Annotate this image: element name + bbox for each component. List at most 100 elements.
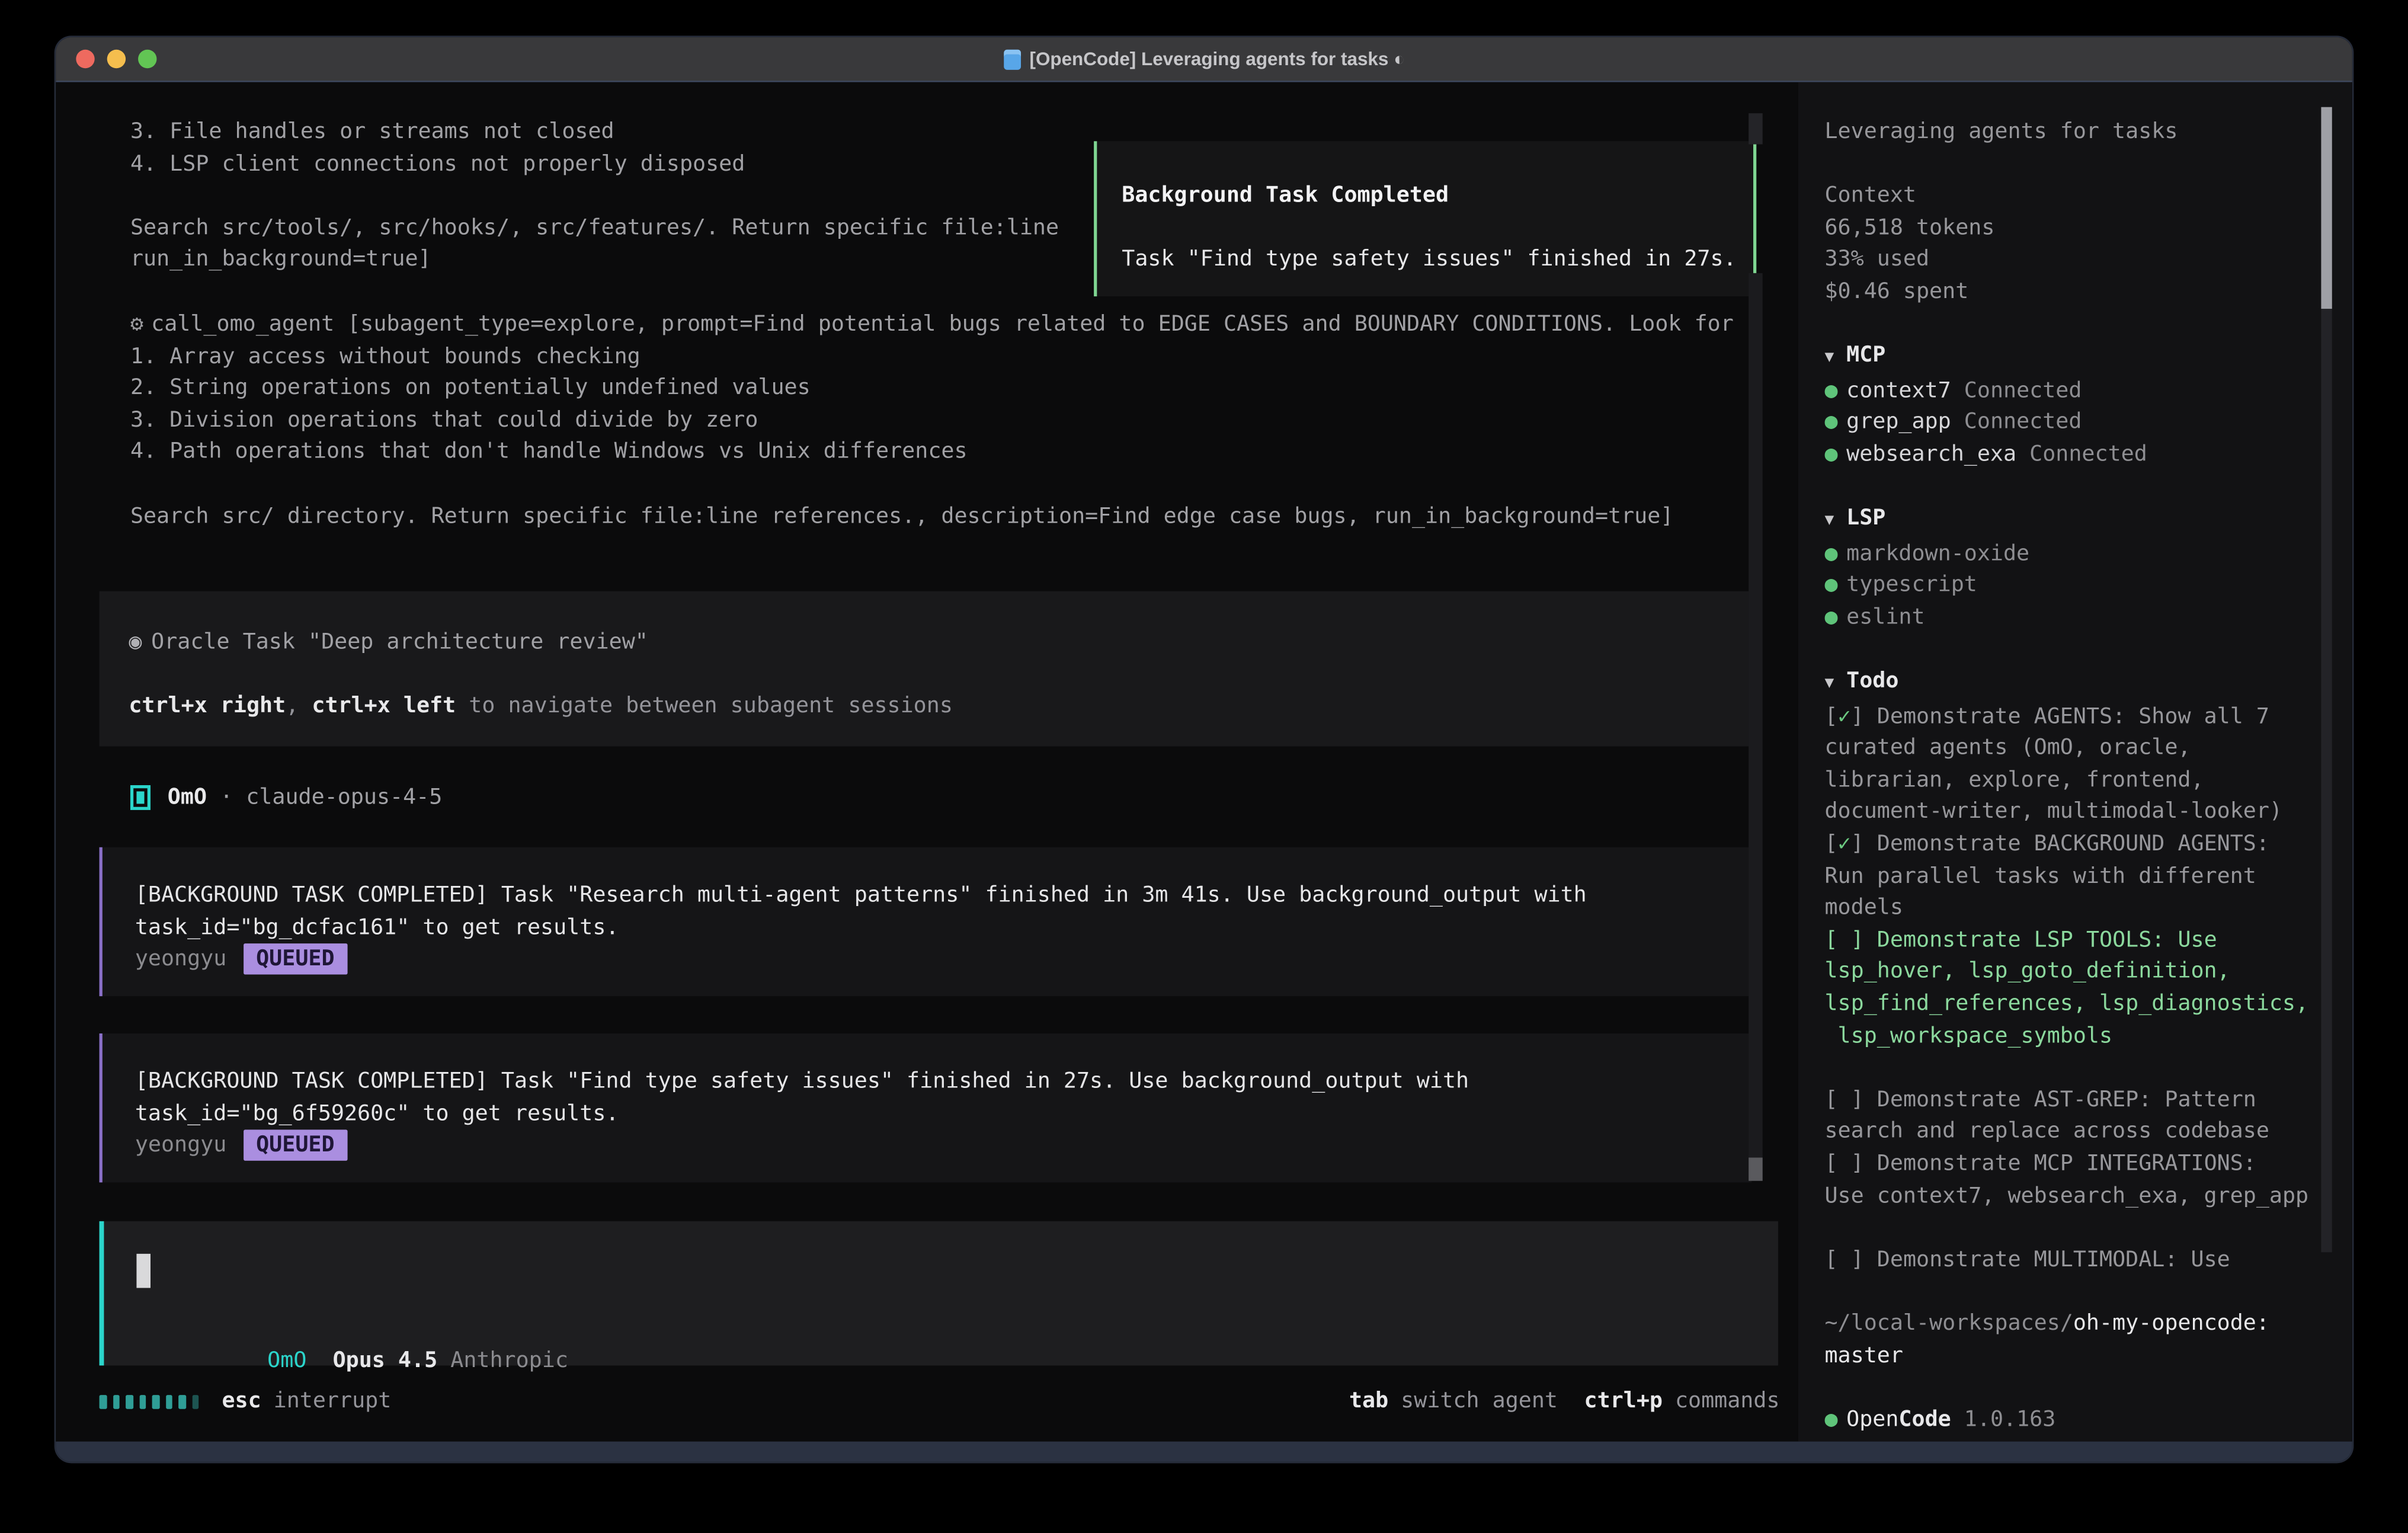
todo-section-header[interactable]: ▼Todo (1824, 666, 2352, 701)
todo-item-continuation: lsp_find_references, lsp_diagnostics, (1824, 988, 2352, 1020)
background-task-notification: Background Task Completed Task "Find typ… (1094, 141, 1756, 296)
todo-item: [✓] Demonstrate AGENTS: Show all 7 (1824, 701, 2352, 733)
mcp-server-item: ●context7 Connected (1824, 375, 2352, 407)
scrollback-text: 3. File handles or streams not closed 4.… (130, 116, 1059, 276)
todo-item-continuation: curated agents (OmO, oracle, (1824, 733, 2352, 765)
oracle-task-title-line: ◉Oracle Task "Deep architecture review" (129, 627, 1751, 659)
tool-call-line: 4. Path operations that don't handle Win… (130, 437, 1734, 469)
agent-model: · claude-opus-4-5 (207, 782, 442, 814)
mcp-server-item: ●grep_app Connected (1824, 407, 2352, 439)
prompt-input[interactable]: OmO Opus 4.5 Anthropic (100, 1221, 1778, 1366)
message-line: [BACKGROUND TASK COMPLETED] Task "Find t… (135, 1066, 1752, 1098)
screen: [OpenCode] Leveraging agents for tasks ◐… (0, 0, 2408, 1533)
session-sidebar: Leveraging agents for tasks Context 66,5… (1798, 82, 2352, 1442)
tool-call-line: 3. Division operations that could divide… (130, 405, 1734, 437)
message-line: task_id="bg_dcfac161" to get results. (135, 912, 1752, 944)
context-spent: $0.46 spent (1824, 276, 2352, 308)
todo-item-continuation: Use context7, websearch_exa, grep_app (1824, 1180, 2352, 1212)
tool-call-header: ⚙call_omo_agent [subagent_type=explore, … (130, 309, 1734, 341)
terminal-window: [OpenCode] Leveraging agents for tasks ◐… (56, 37, 2352, 1462)
scrollback-line: 3. File handles or streams not closed (130, 116, 1059, 148)
todo-item: [ ] Demonstrate MCP INTEGRATIONS: (1824, 1148, 2352, 1180)
agent-icon (130, 786, 150, 811)
window-title: [OpenCode] Leveraging agents for tasks ◐ (1029, 48, 1405, 70)
context-tokens: 66,518 tokens (1824, 212, 2352, 244)
message-line: task_id="bg_6f59260c" to get results. (135, 1098, 1752, 1130)
todo-item-continuation: search and replace across codebase (1824, 1116, 2352, 1148)
gear-icon: ⚙ (130, 312, 143, 337)
lsp-server-item: ●markdown-oxide (1824, 538, 2352, 570)
esc-key-hint: esc (222, 1385, 261, 1417)
mcp-server-item: ●websearch_exa Connected (1824, 439, 2352, 471)
todo-item-continuation: lsp_hover, lsp_goto_definition, (1824, 956, 2352, 988)
tool-call-line: 1. Array access without bounds checking (130, 341, 1734, 373)
message-author: yeongyu (135, 947, 227, 972)
text-cursor (136, 1254, 150, 1288)
tool-call-footer: Search src/ directory. Return specific f… (130, 501, 1734, 533)
message-meta: yeongyu QUEUED (135, 944, 1752, 976)
agent-session-header: OmO · claude-opus-4-5 (130, 782, 442, 814)
window-title-area: [OpenCode] Leveraging agents for tasks ◐ (56, 37, 2352, 81)
main-scrollbar-segment (1749, 113, 1763, 144)
workspace-branch: master (1824, 1340, 2352, 1372)
input-provider: Anthropic (450, 1348, 568, 1372)
close-window-button[interactable] (76, 50, 94, 68)
message-meta: yeongyu QUEUED (135, 1130, 1752, 1162)
tool-call-line: 2. String operations on potentially unde… (130, 373, 1734, 405)
chevron-down-icon: ▼ (1824, 669, 1846, 701)
oracle-task-card[interactable]: ◉Oracle Task "Deep architecture review" … (100, 591, 1752, 747)
sidebar-scrollbar-thumb[interactable] (2321, 107, 2332, 309)
todo-item: [ ] Demonstrate LSP TOOLS: Use (1824, 924, 2352, 956)
message-line: [BACKGROUND TASK COMPLETED] Task "Resear… (135, 880, 1752, 912)
input-agent-name: OmO (267, 1348, 306, 1372)
workspace-path: ~/local-workspaces/oh-my-opencode: (1824, 1308, 2352, 1340)
record-icon: ◉ (129, 630, 142, 655)
tool-call-block: ⚙call_omo_agent [subagent_type=explore, … (130, 309, 1734, 532)
sidebar-title: Leveraging agents for tasks (1824, 116, 2352, 148)
status-badge: QUEUED (244, 1130, 347, 1161)
zoom-window-button[interactable] (138, 50, 156, 68)
chevron-down-icon: ▼ (1824, 343, 1846, 375)
tab-key-hint: tab (1349, 1385, 1388, 1417)
window-bottom-edge (56, 1442, 2352, 1462)
shortcut-key: ctrl+x left (312, 694, 456, 719)
background-task-message: [BACKGROUND TASK COMPLETED] Task "Resear… (100, 847, 1752, 996)
lsp-server-item: ●eslint (1824, 602, 2352, 634)
spinner-icon (100, 1395, 199, 1409)
terminal-content: 3. File handles or streams not closed 4.… (56, 82, 2352, 1442)
mcp-section-header[interactable]: ▼MCP (1824, 340, 2352, 375)
todo-item: [ ] Demonstrate AST-GREP: Pattern (1824, 1084, 2352, 1116)
minimize-window-button[interactable] (107, 50, 126, 68)
agent-name: OmO (168, 782, 207, 814)
background-task-message: [BACKGROUND TASK COMPLETED] Task "Find t… (100, 1033, 1752, 1182)
input-model: Opus 4.5 (333, 1348, 438, 1372)
main-scrollbar-thumb[interactable] (1749, 1157, 1763, 1180)
todo-item: [ ] Demonstrate MULTIMODAL: Use (1824, 1244, 2352, 1276)
main-scrollbar-track[interactable] (1749, 273, 1763, 1158)
shortcut-key: ctrl+x right (129, 694, 286, 719)
scrollback-line: Search src/tools/, src/hooks/, src/featu… (130, 212, 1059, 244)
chevron-down-icon: ▼ (1824, 506, 1846, 538)
lsp-server-item: ●typescript (1824, 570, 2352, 602)
scrollback-line: 4. LSP client connections not properly d… (130, 148, 1059, 180)
status-bar: esc interrupt tab switch agent ctrl+p co… (100, 1385, 1780, 1417)
app-version-line: ●OpenCode 1.0.163 (1824, 1404, 2352, 1436)
todo-item-continuation: models (1824, 892, 2352, 924)
context-used: 33% used (1824, 244, 2352, 276)
document-icon (1003, 49, 1020, 69)
notification-title: Background Task Completed (1122, 180, 1753, 212)
todo-item: [✓] Demonstrate BACKGROUND AGENTS: (1824, 828, 2352, 860)
message-author: yeongyu (135, 1133, 227, 1158)
notification-body: Task "Find type safety issues" finished … (1122, 244, 1753, 276)
traffic-lights (76, 50, 156, 68)
titlebar: [OpenCode] Leveraging agents for tasks ◐ (56, 37, 2352, 82)
status-badge: QUEUED (244, 944, 347, 975)
oracle-hint-line: ctrl+x right, ctrl+x left to navigate be… (129, 691, 1751, 723)
green-dot-icon: ● (1824, 1404, 1846, 1436)
todo-item-continuation: Run parallel tasks with different (1824, 860, 2352, 892)
ctrlp-key-hint: ctrl+p (1584, 1385, 1663, 1417)
lsp-section-header[interactable]: ▼LSP (1824, 503, 2352, 538)
todo-item-continuation: document-writer, multimodal-looker) (1824, 797, 2352, 829)
context-header: Context (1824, 180, 2352, 212)
todo-item-continuation: librarian, explore, frontend, (1824, 765, 2352, 797)
